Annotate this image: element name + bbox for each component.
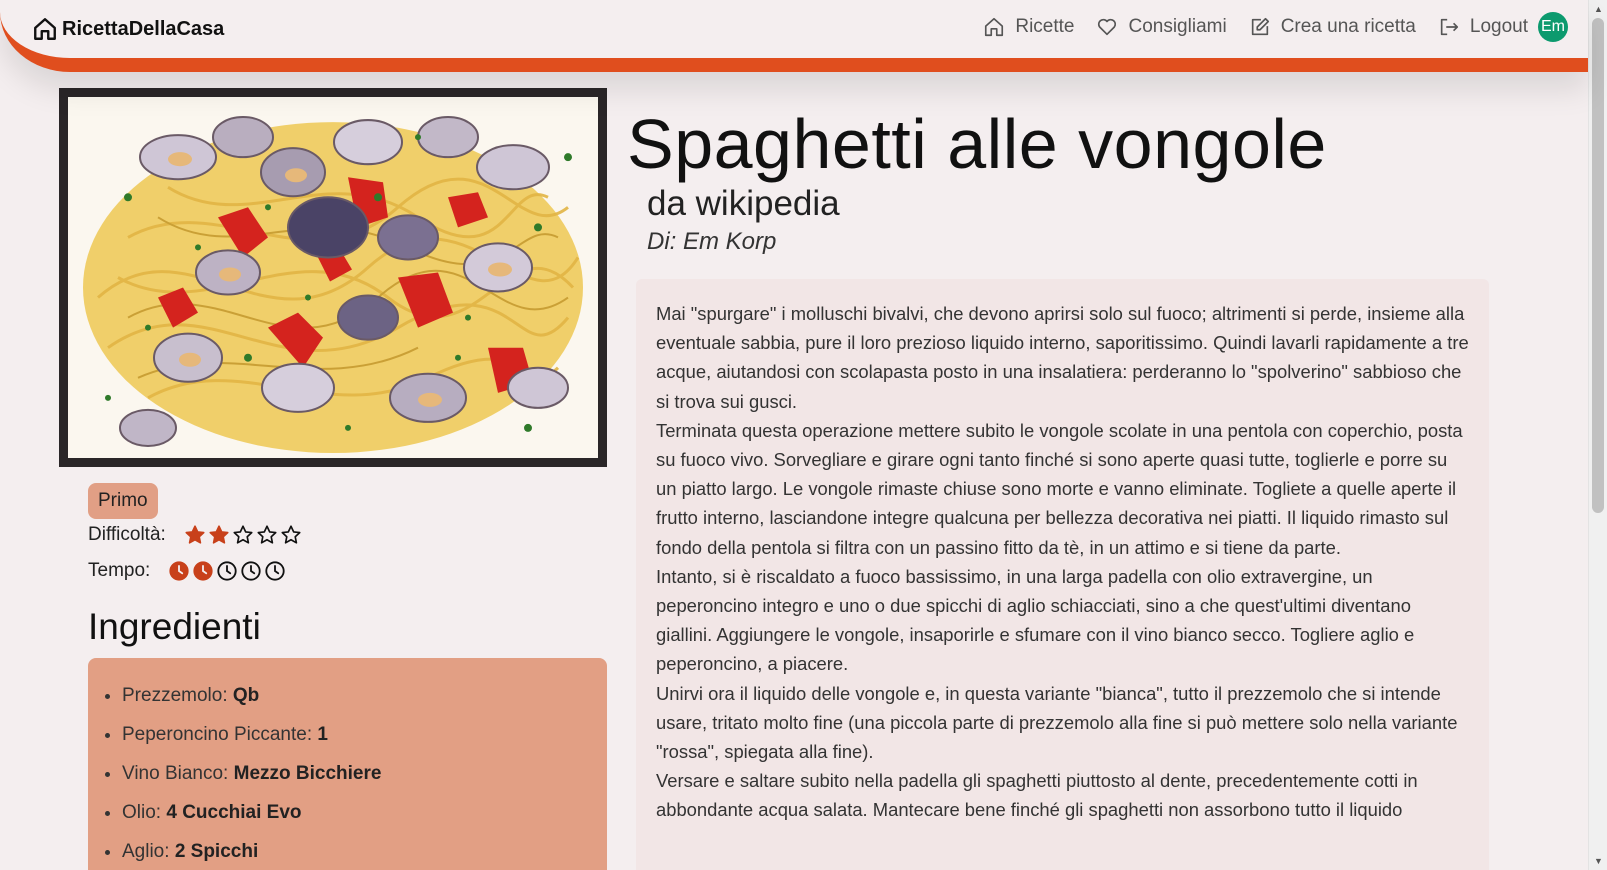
nav-item-logout[interactable]: Logout [1438,16,1528,38]
nav-label-ricette: Ricette [1015,16,1075,37]
star-empty-icon [233,525,253,544]
ingredient-item: Prezzemolo: Qb [122,676,607,715]
nav-label-consigliami: Consigliami [1128,16,1227,37]
description-paragraph: Terminata questa operazione mettere subi… [656,419,1463,558]
home-icon [34,18,56,40]
ingredient-name: Vino Bianco: [122,763,234,784]
user-avatar[interactable]: Em [1538,12,1568,42]
ingredient-amount: 4 Cucchiai Evo [166,802,302,823]
logout-icon [1440,18,1458,36]
time-row: Tempo: [88,560,286,582]
ingredient-amount: 2 Spicchi [174,841,259,862]
scroll-down-arrow-icon[interactable]: ▼ [1594,856,1603,866]
description-paragraph: Versare e saltare subito nella padella g… [656,770,1418,821]
ingredient-item: Vino Bianco: Mezzo Bicchiere [122,754,607,793]
difficulty-row: Difficoltà: [88,524,302,546]
description-paragraph: Mai "spurgare" i molluschi bivalvi, che … [656,303,1469,412]
recipe-photo-frame [59,88,607,467]
clock-empty-icon [241,561,261,581]
heart-icon [1098,18,1117,36]
nav-label-crea-ricetta: Crea una ricetta [1280,16,1416,37]
scrollbar[interactable]: ▲ ▼ [1588,0,1607,870]
star-filled-icon [185,525,205,544]
star-empty-icon [281,525,301,544]
edit-icon [1251,17,1269,36]
ingredient-item: Olio: 4 Cucchiai Evo [122,793,607,832]
recipe-source: da wikipedia [647,184,840,223]
description-paragraph: Unirvi ora il liquido delle vongole e, i… [656,682,1458,763]
ingredient-amount: Mezzo Bicchiere [233,763,382,784]
recipe-description: Mai "spurgare" i molluschi bivalvi, che … [636,279,1489,870]
ingredients-box: Prezzemolo: QbPeperoncino Piccante: 1Vin… [88,658,607,870]
ingredient-item: Peperoncino Piccante: 1 [122,715,607,754]
clock-empty-icon [265,561,285,581]
recipe-photo-image [68,97,598,458]
difficulty-stars [184,524,302,546]
ingredient-name: Olio: [122,802,167,823]
ingredients-title: Ingredienti [88,606,261,647]
ingredient-name: Peperoncino Piccante: [122,724,318,745]
description-paragraph: Intanto, si è riscaldato a fuoco bassiss… [656,565,1415,675]
navbar: RicettaDellaCasa Ricette Consigliami Cre… [0,0,1588,72]
recipe-author: Di: Em Korp [647,228,777,255]
brand-name: RicettaDellaCasa [62,17,225,40]
brand-link[interactable]: RicettaDellaCasa [32,14,224,44]
ingredients-list: Prezzemolo: QbPeperoncino Piccante: 1Vin… [122,676,607,870]
ingredient-amount: 1 [317,724,328,745]
ingredient-name: Aglio: [122,841,175,862]
nav-label-logout: Logout [1469,16,1528,37]
nav-item-ricette[interactable]: Ricette [983,16,1074,38]
ingredient-name: Prezzemolo: [122,685,233,706]
nav-links: Ricette Consigliami Crea una ricetta Log… [983,10,1568,44]
time-label: Tempo: [88,560,151,581]
category-badge: Primo [88,483,158,519]
clock-empty-icon [217,561,237,581]
home-icon [985,17,1004,37]
star-empty-icon [257,525,277,544]
recipe-photo [68,97,598,458]
nav-item-crea-ricetta[interactable]: Crea una ricetta [1249,16,1416,38]
difficulty-label: Difficoltà: [88,524,166,545]
nav-item-consigliami[interactable]: Consigliami [1096,16,1227,38]
ingredient-item: Aglio: 2 Spicchi [122,832,607,870]
clock-filled-icon [193,561,213,581]
clock-filled-icon [169,561,189,581]
recipe-title: Spaghetti alle vongole [627,105,1327,183]
scrollbar-thumb[interactable] [1592,18,1604,513]
star-filled-icon [209,525,229,544]
time-clocks [168,560,286,582]
scroll-up-arrow-icon[interactable]: ▲ [1594,4,1603,14]
ingredient-amount: Qb [232,685,260,706]
